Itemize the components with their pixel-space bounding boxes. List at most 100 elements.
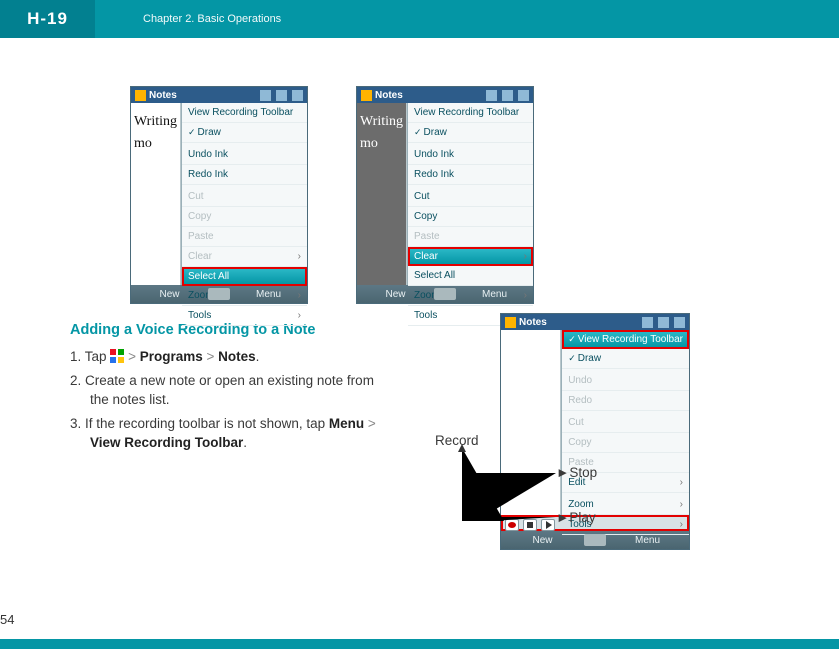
ok-icon: [292, 90, 303, 101]
stop-button[interactable]: [523, 519, 537, 531]
volume-icon: [276, 90, 287, 101]
menu-clear[interactable]: Clear: [408, 247, 533, 266]
device-screenshot-right: Notes Writing mo View Recording Toolbar …: [356, 86, 534, 304]
softkey-menu[interactable]: Menu: [456, 289, 533, 300]
instruction-list: 1. Tap > Programs > Notes. 2. Create a n…: [70, 348, 395, 452]
softkey-new[interactable]: New: [357, 289, 434, 300]
step1-suffix: .: [256, 349, 260, 364]
device-title: Notes: [375, 90, 481, 101]
menu-select-all[interactable]: Select All: [408, 266, 533, 286]
softkey-menu[interactable]: Menu: [606, 535, 689, 546]
record-button[interactable]: [505, 519, 519, 531]
menu-draw[interactable]: Draw: [408, 123, 533, 143]
step3-vrt: View Recording Toolbar: [90, 435, 243, 450]
callout-stop: ►Stop: [556, 465, 597, 480]
start-icon: [135, 90, 146, 101]
keyboard-icon[interactable]: [584, 534, 606, 546]
menu-copy: Copy: [182, 207, 307, 227]
step-1: 1. Tap > Programs > Notes.: [70, 348, 395, 367]
signal-icon: [260, 90, 271, 101]
step-3: 3. If the recording toolbar is not shown…: [70, 415, 395, 453]
device-titlebar: Notes: [131, 87, 307, 103]
callout-play-text: Play: [569, 510, 595, 525]
menu-cut: Cut: [182, 187, 307, 207]
play-button[interactable]: [541, 519, 555, 531]
page-content: Notes Writing mo View Recording Toolbar …: [0, 38, 839, 452]
page-number: 54: [0, 612, 14, 627]
softkey-menu[interactable]: Menu: [230, 289, 307, 300]
menu-redo-ink[interactable]: Redo Ink: [182, 165, 307, 185]
step3-suffix: .: [243, 435, 247, 450]
svg-text:Writing: Writing: [360, 114, 403, 129]
logo-text: H-19: [27, 9, 68, 29]
menu-view-rec-toolbar[interactable]: View Recording Toolbar: [408, 103, 533, 123]
callout-record: Record: [435, 433, 479, 448]
step1-notes: Notes: [218, 349, 256, 364]
context-menu: View Recording Toolbar Draw Undo Redo Cu…: [561, 330, 689, 515]
menu-undo-ink[interactable]: Undo Ink: [182, 145, 307, 165]
signal-icon: [486, 90, 497, 101]
ink-pane-dark: Writing mo: [357, 103, 407, 285]
menu-select-all[interactable]: Select All: [182, 267, 307, 286]
footer-bar: [0, 639, 839, 649]
context-menu: View Recording Toolbar Draw Undo Ink Red…: [407, 103, 533, 285]
context-menu: View Recording Toolbar Draw Undo Ink Red…: [181, 103, 307, 285]
menu-copy[interactable]: Copy: [408, 207, 533, 227]
step3-menu: Menu: [329, 416, 364, 431]
step3-gt: >: [364, 416, 376, 431]
menu-undo: Undo: [562, 371, 689, 391]
menu-redo: Redo: [562, 391, 689, 411]
svg-text:mo: mo: [360, 136, 378, 151]
menu-tools[interactable]: Tools: [182, 306, 307, 326]
svg-text:Writing: Writing: [134, 114, 177, 129]
windows-start-icon: [110, 349, 124, 363]
step1-programs: Programs: [140, 349, 203, 364]
menu-paste: Paste: [408, 227, 533, 247]
step3-prefix: 3. If the recording toolbar is not shown…: [70, 416, 329, 431]
step-2: 2. Create a new note or open an existing…: [70, 372, 395, 410]
callout-play: ►Play: [556, 510, 596, 525]
menu-view-rec-toolbar[interactable]: View Recording Toolbar: [562, 330, 689, 349]
chapter-title: Chapter 2. Basic Operations: [143, 13, 281, 25]
menu-paste: Paste: [182, 227, 307, 247]
device-title: Notes: [519, 317, 637, 328]
menu-view-rec-toolbar[interactable]: View Recording Toolbar: [182, 103, 307, 123]
step1-gt2: >: [203, 349, 218, 364]
menu-draw[interactable]: Draw: [562, 349, 689, 369]
keyboard-icon[interactable]: [434, 288, 456, 300]
menu-undo-ink[interactable]: Undo Ink: [408, 145, 533, 165]
ok-icon: [518, 90, 529, 101]
handwriting-icon: Writing mo: [359, 107, 407, 177]
device-softkey-bar: New Menu: [501, 531, 689, 549]
device-body: Writing mo View Recording Toolbar Draw U…: [357, 103, 533, 285]
start-icon: [505, 317, 516, 328]
logo-box: H-19: [0, 0, 95, 38]
menu-cut[interactable]: Cut: [408, 187, 533, 207]
callout-stop-text: Stop: [569, 465, 597, 480]
svg-text:mo: mo: [134, 136, 152, 151]
device-screenshot-left: Notes Writing mo View Recording Toolbar …: [130, 86, 308, 304]
close-icon: [674, 317, 685, 328]
page-header: H-19 Chapter 2. Basic Operations: [0, 0, 839, 38]
menu-redo-ink[interactable]: Redo Ink: [408, 165, 533, 185]
menu-cut: Cut: [562, 413, 689, 433]
notes-canvas[interactable]: [501, 330, 561, 515]
menu-draw[interactable]: Draw: [182, 123, 307, 143]
step1-gt1: >: [128, 349, 140, 364]
step1-prefix: 1. Tap: [70, 349, 110, 364]
signal-icon: [642, 317, 653, 328]
handwriting-icon: Writing mo: [133, 107, 181, 177]
volume-icon: [502, 90, 513, 101]
menu-clear: Clear: [182, 247, 307, 267]
recording-figure: Notes View Recording Toolbar Draw Undo R…: [440, 313, 690, 563]
device-titlebar: Notes: [357, 87, 533, 103]
volume-icon: [658, 317, 669, 328]
device-title: Notes: [149, 90, 255, 101]
softkey-new[interactable]: New: [501, 535, 584, 546]
softkey-new[interactable]: New: [131, 289, 208, 300]
screenshots-row: Notes Writing mo View Recording Toolbar …: [130, 86, 839, 304]
start-icon: [361, 90, 372, 101]
keyboard-icon[interactable]: [208, 288, 230, 300]
device-titlebar: Notes: [501, 314, 689, 330]
ink-pane: Writing mo: [131, 103, 181, 285]
